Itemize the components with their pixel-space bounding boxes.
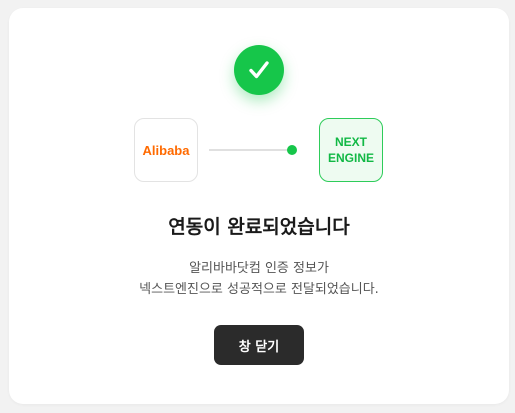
connection-dot [287,144,297,155]
close-window-button[interactable]: 창 닫기 [214,325,304,365]
next-engine-logo: NEXT ENGINE [319,118,383,182]
next-engine-logo-line1: NEXT [334,135,367,149]
dialog-description: 알리바바닷컴 인증 정보가 넥스트엔진으로 성공적으로 전달되었습니다. [9,258,509,300]
success-check-badge [234,45,284,95]
next-engine-logo-line2: ENGINE [327,151,374,165]
alibaba-logo-text: Alibaba [142,142,190,158]
description-line-1: 알리바바닷컴 인증 정보가 [189,261,329,276]
description-line-2: 넥스트엔진으로 성공적으로 전달되었습니다. [139,282,379,297]
connection-line [209,148,291,151]
success-dialog: Alibaba NEXT ENGINE 연동이 완료되었습니다 알리바바닷컴 인… [9,8,509,404]
dialog-title: 연동이 완료되었습니다 [168,216,350,238]
alibaba-logo: Alibaba [134,118,198,182]
check-icon [249,61,269,79]
